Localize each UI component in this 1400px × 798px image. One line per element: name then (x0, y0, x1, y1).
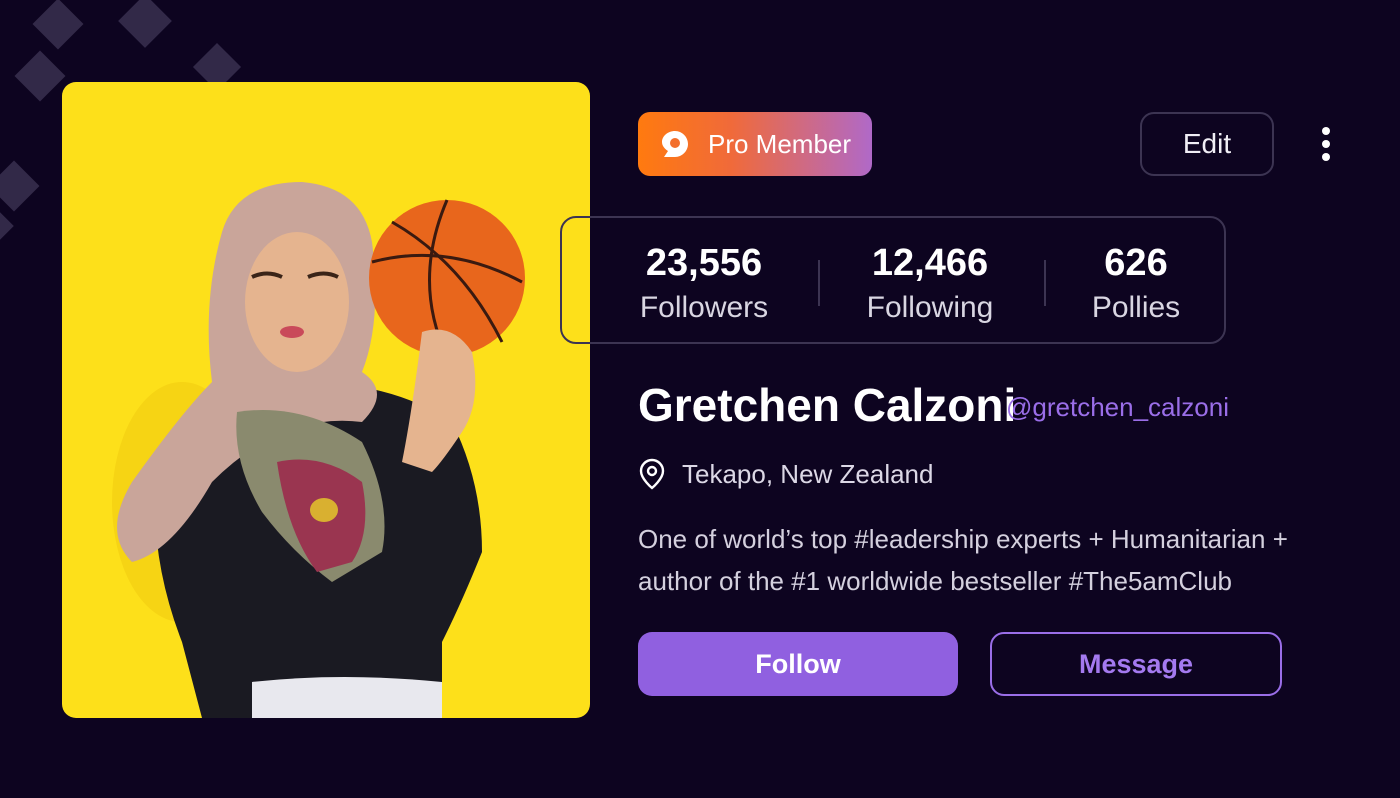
stat-pollies[interactable]: 626 Pollies (1036, 240, 1236, 330)
stat-label: Following (866, 291, 994, 324)
stats-panel: 23,556 Followers 12,466 Following 626 Po… (560, 216, 1226, 344)
stat-label: Followers (639, 291, 769, 324)
more-dot (1322, 153, 1330, 161)
pro-logo-icon (662, 131, 688, 157)
follow-button[interactable]: Follow (638, 632, 958, 696)
profile-name: Gretchen Calzoni (638, 379, 1017, 431)
decorative-diamond (14, 50, 66, 102)
edit-button[interactable]: Edit (1140, 112, 1274, 176)
location-text: Tekapo, New Zealand (682, 458, 934, 489)
decorative-diamond (0, 160, 40, 212)
pro-member-label: Pro Member (708, 128, 852, 159)
profile-bio: One of world’s top #leadership experts +… (638, 524, 1288, 596)
profile-photo-illustration (112, 182, 525, 718)
profile-photo (62, 82, 590, 718)
profile-location: Tekapo, New Zealand (638, 458, 933, 490)
stat-following[interactable]: 12,466 Following (830, 240, 1030, 330)
decorative-diamond (32, 0, 84, 50)
more-vertical-icon[interactable] (1310, 120, 1342, 168)
stat-followers[interactable]: 23,556 Followers (604, 240, 804, 330)
stat-value: 23,556 (645, 242, 763, 284)
decorative-diamond (0, 206, 14, 246)
profile-handle[interactable]: @gretchen_calzoni (1006, 392, 1229, 423)
stat-value: 626 (1104, 242, 1168, 284)
map-pin-icon (639, 458, 665, 490)
more-dot (1322, 140, 1330, 148)
message-button[interactable]: Message (990, 632, 1282, 696)
stat-label: Pollies (1091, 291, 1181, 324)
pro-member-badge: Pro Member (638, 112, 872, 176)
decorative-diamond (118, 0, 172, 48)
more-dot (1322, 127, 1330, 135)
stat-divider (818, 260, 820, 306)
stat-value: 12,466 (871, 242, 989, 284)
